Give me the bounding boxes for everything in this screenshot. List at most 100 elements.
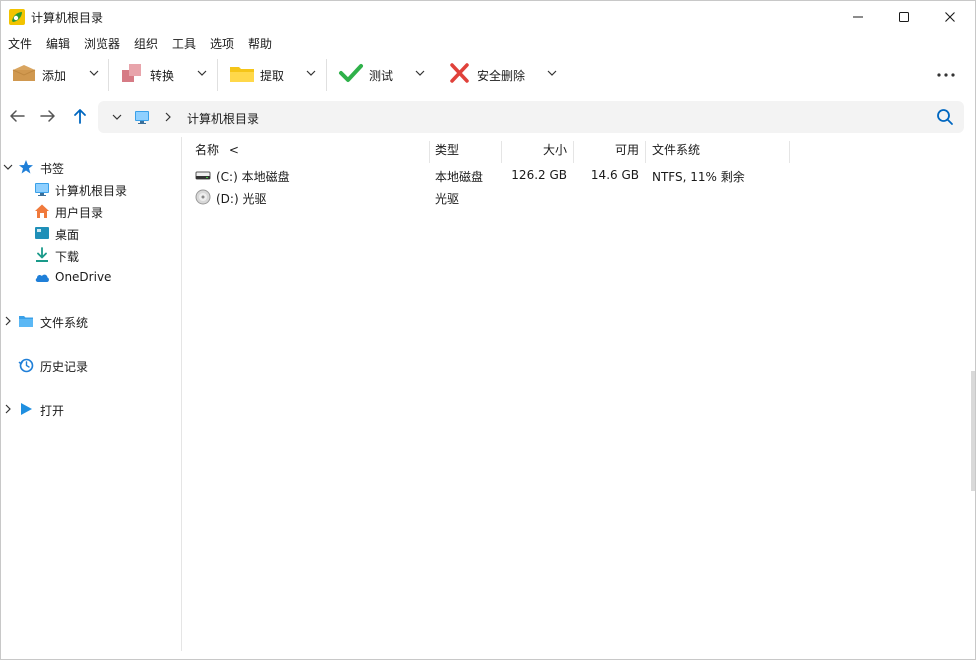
sidebar-item-computer-root[interactable]: 计算机根目录 [1, 179, 181, 199]
add-label: 添加 [42, 69, 67, 83]
sidebar-item-label: OneDrive [55, 270, 112, 284]
breadcrumb-path[interactable]: 计算机根目录 [187, 110, 259, 127]
minimize-icon [853, 16, 863, 18]
star-icon [19, 160, 33, 174]
sidebar-open-label: 打开 [40, 404, 65, 418]
sidebar-history-label: 历史记录 [40, 360, 89, 374]
sidebar-item-label: 用户目录 [55, 206, 104, 220]
column-type-label: 类型 [435, 143, 460, 157]
menu-bar: 文件 编辑 浏览器 组织 工具 选项 帮助 [1, 33, 975, 53]
menu-edit[interactable]: 编辑 [46, 35, 70, 52]
extract-dropdown-chevron-icon[interactable] [306, 69, 316, 77]
row-size: 126.2 GB [511, 168, 567, 182]
secure-delete-label: 安全删除 [477, 69, 526, 83]
column-resize-handle[interactable] [789, 141, 790, 163]
back-arrow-icon[interactable] [8, 107, 26, 125]
sidebar-item-label: 下载 [55, 250, 80, 264]
cloud-icon [35, 274, 49, 282]
minimize-button[interactable] [835, 1, 881, 33]
title-bar[interactable]: 计算机根目录 [1, 1, 975, 33]
delete-dropdown-chevron-icon[interactable] [547, 69, 557, 77]
folder-icon [19, 316, 33, 327]
convert-dropdown-chevron-icon[interactable] [197, 69, 207, 77]
optical-disc-icon [195, 189, 211, 205]
column-header-name[interactable]: 名称 < [195, 141, 239, 163]
up-arrow-icon[interactable] [71, 107, 89, 125]
column-header-size[interactable]: 大小 [501, 141, 567, 163]
sidebar-item-user-dir[interactable]: 用户目录 [1, 201, 181, 221]
sidebar: 书签 计算机根目录 用户目录 桌面 下载 OneDrive 文件系统 历史记录 … [1, 137, 182, 651]
expanded-chevron-icon[interactable] [3, 162, 13, 172]
search-icon[interactable] [936, 108, 954, 126]
collapsed-chevron-icon[interactable] [3, 316, 13, 326]
sidebar-item-desktop[interactable]: 桌面 [1, 223, 181, 243]
test-dropdown-chevron-icon[interactable] [415, 69, 425, 77]
close-icon [945, 12, 955, 22]
column-header-filesystem[interactable]: 文件系统 [652, 141, 700, 163]
menu-file[interactable]: 文件 [8, 35, 32, 52]
home-icon [35, 204, 49, 218]
play-icon [21, 403, 32, 415]
row-name: (C:) 本地磁盘 [216, 170, 290, 184]
forward-arrow-icon[interactable] [39, 107, 57, 125]
sidebar-filesystem[interactable]: 文件系统 [1, 311, 181, 331]
table-row[interactable]: (D:) 光驱 光驱 [183, 186, 803, 208]
row-filesystem: NTFS, 11% 剩余 [652, 170, 745, 184]
sidebar-bookmarks-label: 书签 [40, 162, 65, 176]
desktop-icon [35, 227, 49, 239]
maximize-button[interactable] [881, 1, 927, 33]
sidebar-item-downloads[interactable]: 下载 [1, 245, 181, 265]
menu-tools[interactable]: 工具 [172, 35, 196, 52]
add-dropdown-chevron-icon[interactable] [89, 69, 99, 77]
maximize-icon [899, 12, 909, 22]
row-name: (D:) 光驱 [216, 192, 267, 206]
address-bar[interactable]: 计算机根目录 [98, 101, 964, 133]
hard-drive-icon [195, 171, 211, 180]
more-options-icon[interactable] [937, 73, 955, 77]
table-row[interactable]: (C:) 本地磁盘 本地磁盘 126.2 GB 14.6 GB NTFS, 11… [183, 164, 803, 186]
sidebar-item-label: 桌面 [55, 228, 80, 242]
menu-options[interactable]: 选项 [210, 35, 234, 52]
toolbar: 添加 转换 提取 测试 安全删除 [1, 53, 975, 97]
window-edge [971, 371, 975, 491]
row-type: 光驱 [435, 192, 460, 206]
convert-label: 转换 [150, 69, 175, 83]
sidebar-filesystem-label: 文件系统 [40, 316, 89, 330]
sidebar-item-label: 计算机根目录 [55, 184, 128, 198]
sidebar-open[interactable]: 打开 [1, 399, 181, 419]
toolbar-divider [217, 59, 218, 91]
convert-icon [122, 64, 141, 82]
column-free-label: 可用 [614, 143, 639, 157]
app-logo-icon [9, 9, 25, 25]
close-button[interactable] [927, 1, 973, 33]
navigation-bar: 计算机根目录 [1, 97, 975, 137]
row-free: 14.6 GB [590, 168, 639, 182]
column-size-label: 大小 [542, 143, 567, 157]
test-label: 测试 [369, 69, 394, 83]
menu-help[interactable]: 帮助 [248, 35, 272, 52]
column-header-type[interactable]: 类型 [435, 141, 459, 163]
computer-icon [35, 183, 49, 196]
file-list: 名称 < 类型 大小 可用 文件系统 (C:) 本地磁盘 本地磁盘 126.2 … [183, 137, 975, 651]
sidebar-item-onedrive[interactable]: OneDrive [1, 267, 181, 287]
column-fs-label: 文件系统 [652, 143, 701, 157]
breadcrumb-separator-icon[interactable] [164, 111, 172, 123]
add-box-icon [12, 65, 36, 81]
computer-icon [135, 111, 149, 124]
extract-label: 提取 [260, 69, 285, 83]
menu-organize[interactable]: 组织 [134, 35, 158, 52]
menu-browser[interactable]: 浏览器 [84, 35, 120, 52]
download-icon [36, 247, 48, 262]
history-dropdown-chevron-icon[interactable] [112, 113, 122, 121]
column-resize-handle[interactable] [429, 141, 430, 163]
sort-indicator: < [228, 143, 239, 157]
sidebar-bookmarks[interactable]: 书签 [1, 157, 181, 177]
delete-x-icon [450, 63, 469, 83]
history-clock-icon [18, 358, 34, 373]
sidebar-history[interactable]: 历史记录 [1, 355, 181, 375]
toolbar-divider [326, 59, 327, 91]
collapsed-chevron-icon[interactable] [3, 404, 13, 414]
column-resize-handle[interactable] [645, 141, 646, 163]
folder-extract-icon [230, 67, 254, 82]
column-header-free[interactable]: 可用 [573, 141, 639, 163]
